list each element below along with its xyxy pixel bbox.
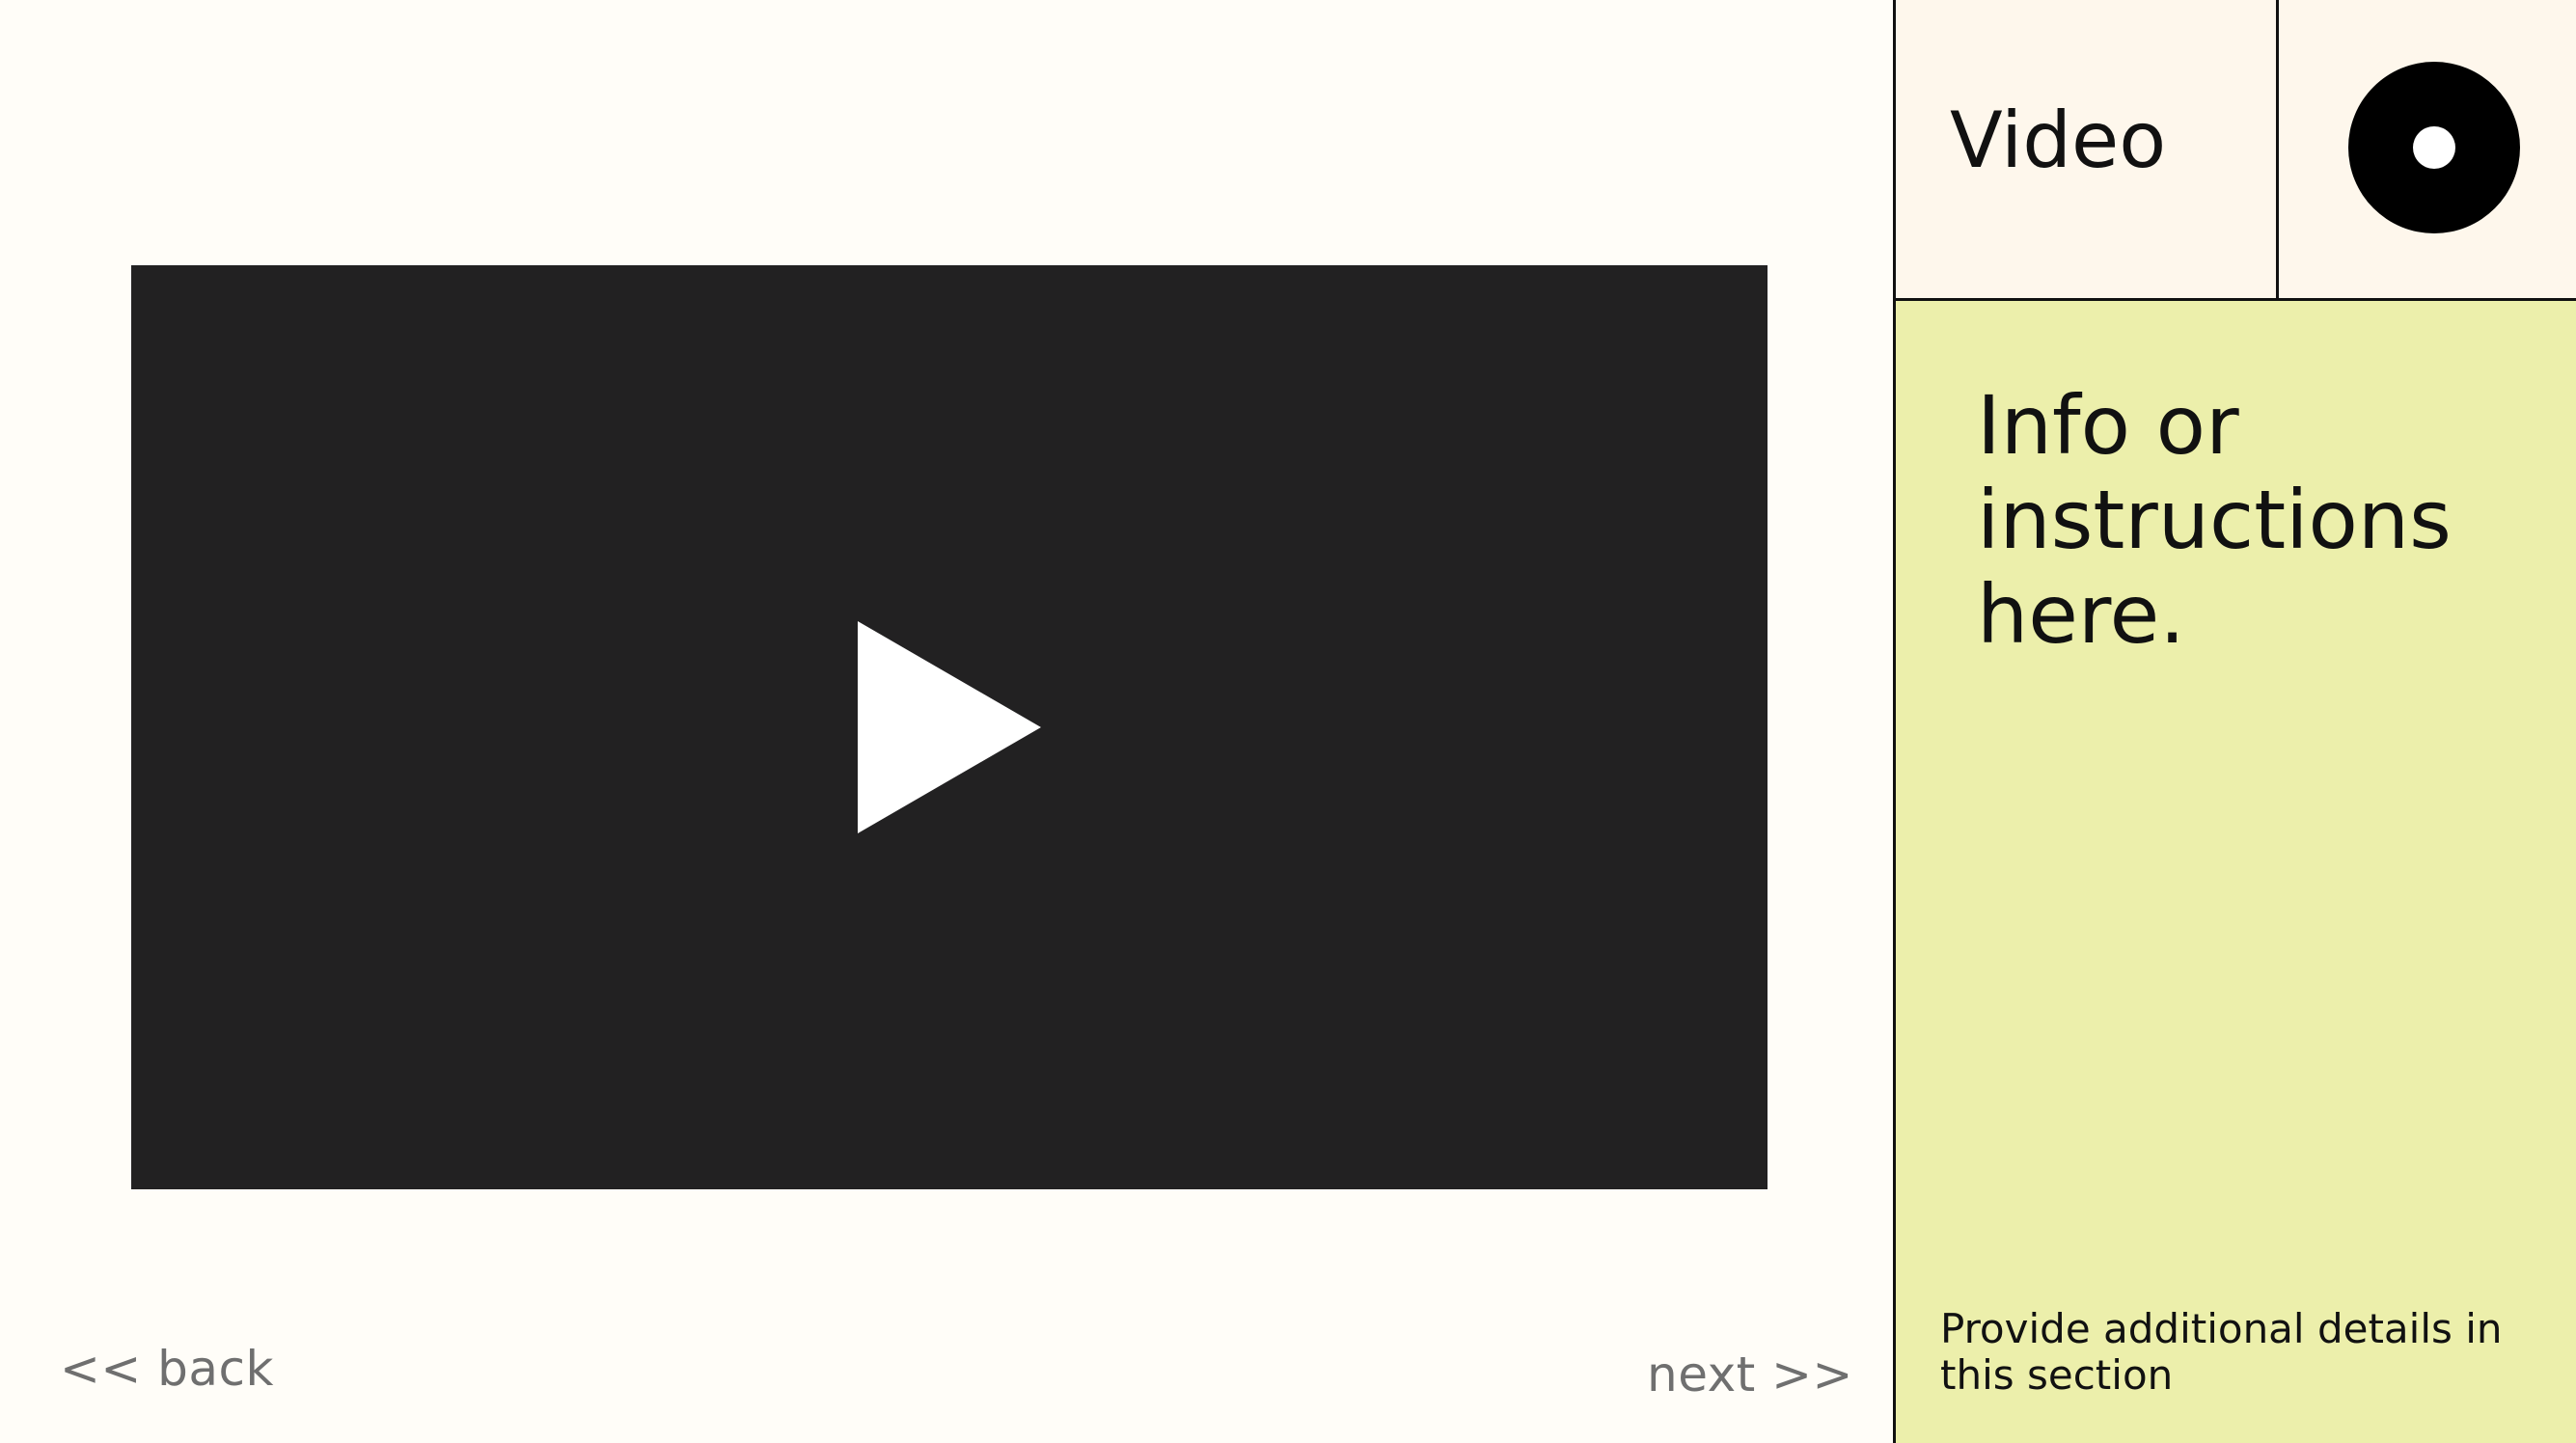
side-panel: Video Info or instructions here. Provide… [1893, 0, 2576, 1443]
info-panel: Info or instructions here. Provide addit… [1896, 301, 2576, 1443]
play-icon[interactable] [858, 621, 1041, 833]
page-title: Video [1950, 95, 2167, 185]
next-button[interactable]: next >> [1647, 1347, 1853, 1402]
back-button[interactable]: << back [60, 1341, 274, 1397]
info-details: Provide additional details in this secti… [1940, 1305, 2503, 1399]
header-divider [2276, 0, 2279, 298]
main-content: << back next >> [0, 0, 1893, 1443]
panel-header: Video [1896, 0, 2576, 301]
info-heading: Info or instructions here. [1977, 378, 2452, 662]
record-icon [2348, 62, 2520, 233]
